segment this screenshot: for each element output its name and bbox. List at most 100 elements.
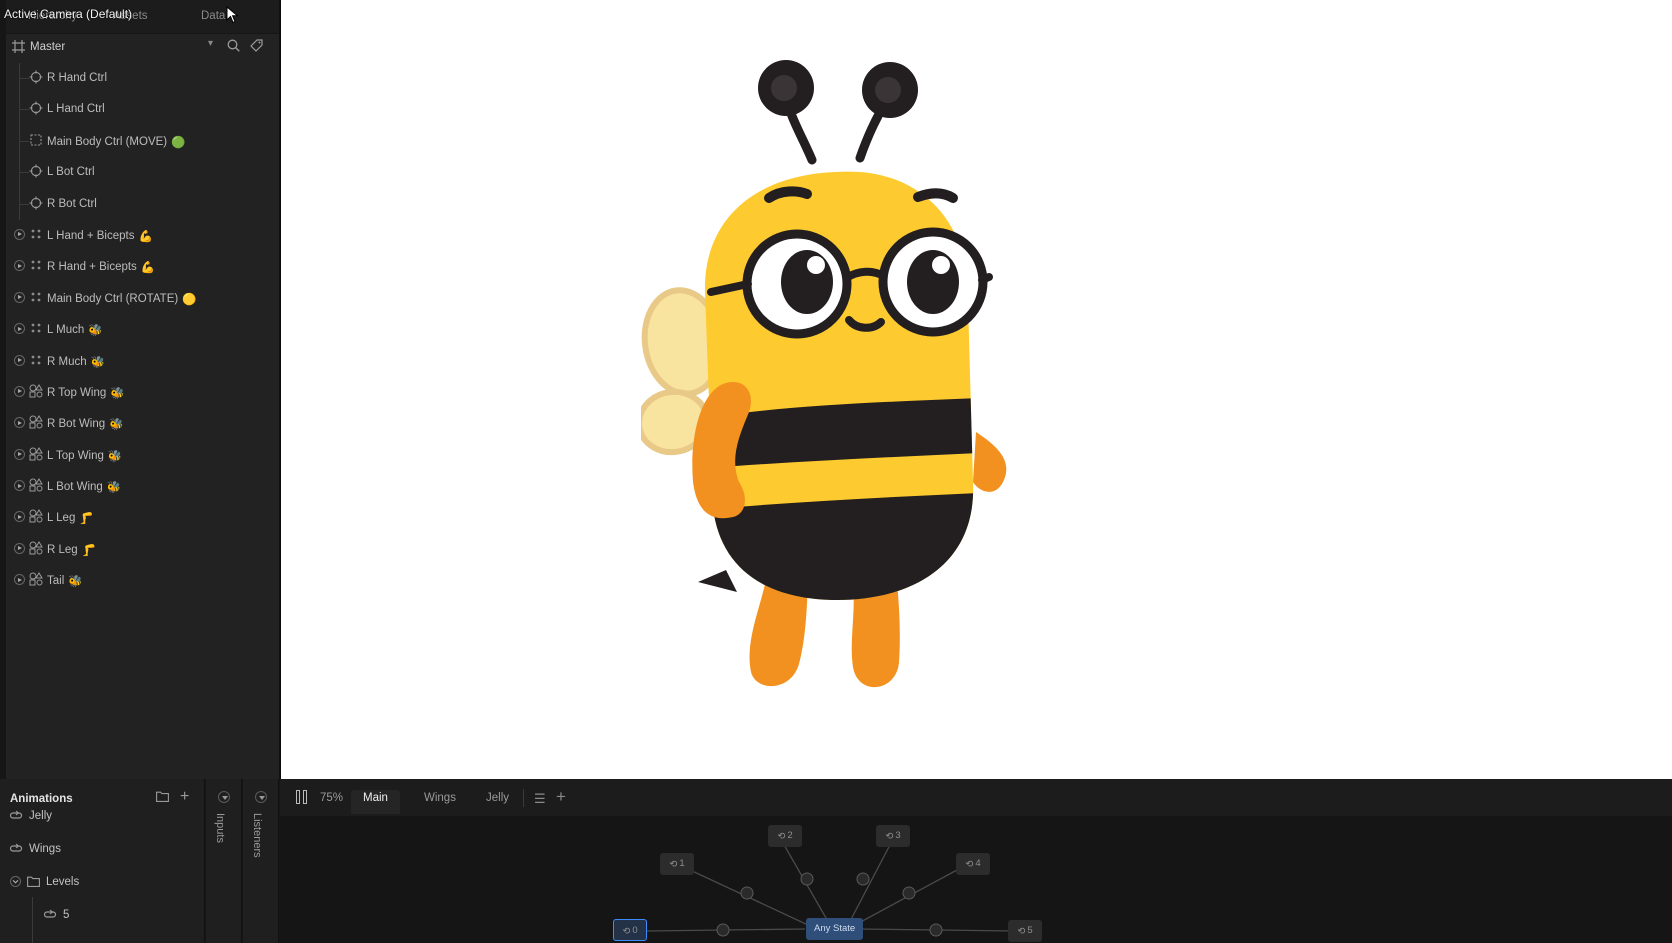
- layer-row[interactable]: Tail 🐝: [6, 565, 280, 596]
- state-node[interactable]: ⟲ 2: [768, 825, 802, 847]
- layer-row[interactable]: L Bot Wing 🐝: [6, 471, 280, 502]
- animation-folder-label: Levels: [46, 876, 80, 888]
- layer-row[interactable]: R Hand + Bicepts 💪: [6, 251, 280, 282]
- emoji-tag-icon: 🟢: [171, 136, 186, 149]
- layer-row[interactable]: L Hand Ctrl: [6, 94, 280, 126]
- chevron-down-icon[interactable]: [218, 791, 230, 803]
- chevron-down-icon[interactable]: [255, 791, 267, 803]
- animations-panel: Animations + Jelly Wings Levels 5: [0, 779, 205, 943]
- add-state-machine-button[interactable]: +: [556, 787, 566, 807]
- layer-row[interactable]: L Hand + Bicepts 💪: [6, 220, 280, 251]
- layer-label: L Hand + Bicepts 💪: [47, 229, 153, 243]
- tag-icon[interactable]: [250, 39, 263, 55]
- inputs-panel: Inputs: [206, 779, 242, 943]
- layer-row[interactable]: R Hand Ctrl: [6, 63, 280, 95]
- expand-toggle-icon[interactable]: [14, 354, 25, 366]
- expand-toggle-icon[interactable]: [14, 448, 25, 460]
- emoji-tag-icon: 🦵: [81, 544, 97, 557]
- tree-guide: [19, 78, 29, 79]
- expand-toggle-icon[interactable]: [14, 385, 25, 397]
- animation-item[interactable]: Jelly: [9, 810, 52, 824]
- pause-icon[interactable]: [296, 790, 308, 804]
- emoji-tag-icon: 🟡: [182, 293, 197, 306]
- layer-label: R Top Wing 🐝: [47, 386, 125, 400]
- expand-toggle-icon[interactable]: [14, 511, 25, 523]
- layer-row[interactable]: L Leg 🦵: [6, 502, 280, 533]
- artboard-selector[interactable]: Master ▾: [6, 36, 280, 58]
- add-animation-button[interactable]: +: [180, 788, 189, 806]
- shapes-icon: [29, 383, 43, 398]
- layer-row[interactable]: R Bot Wing 🐝: [6, 408, 280, 439]
- state-node-selected[interactable]: ⟲ 0: [613, 919, 647, 941]
- layer-row[interactable]: R Leg 🦵: [6, 534, 280, 565]
- animation-item-label: Wings: [29, 843, 61, 855]
- layer-row[interactable]: R Bot Ctrl: [6, 188, 280, 220]
- layer-row[interactable]: R Top Wing 🐝: [6, 377, 280, 408]
- toolbar-divider: [523, 789, 524, 807]
- group-icon: [29, 227, 43, 241]
- zoom-level[interactable]: 75%: [320, 792, 343, 804]
- layer-label: R Bot Ctrl: [47, 197, 97, 210]
- layer-label: R Leg 🦵: [47, 543, 97, 557]
- emoji-tag-icon: 💪: [140, 262, 156, 275]
- emoji-tag-icon: 🐝: [68, 576, 83, 589]
- tab-wings[interactable]: Wings: [412, 790, 468, 814]
- state-node[interactable]: ⟲ 1: [660, 853, 694, 875]
- expand-toggle-icon[interactable]: [14, 291, 25, 303]
- animation-item[interactable]: Wings: [9, 843, 61, 857]
- inputs-label[interactable]: Inputs: [214, 813, 226, 843]
- expand-toggle-icon[interactable]: [14, 542, 25, 554]
- expand-toggle-icon[interactable]: [10, 876, 21, 890]
- folder-icon: [27, 876, 40, 890]
- emoji-tag-icon: 🐝: [106, 482, 122, 495]
- expand-toggle-icon[interactable]: [14, 228, 25, 240]
- active-camera-label: Active Camera (Default): [4, 7, 133, 21]
- emoji-tag-icon: 💪: [138, 230, 153, 243]
- expand-toggle-icon[interactable]: [14, 323, 25, 335]
- target-icon: [29, 164, 43, 178]
- loop-icon: ⟲: [885, 831, 894, 842]
- layer-label: Main Body Ctrl (ROTATE) 🟡: [47, 292, 197, 306]
- bee-illustration[interactable]: [641, 52, 1081, 692]
- hierarchy-panel: Hierarchy Assets Data Master ▾ R Hand Ct…: [6, 0, 280, 779]
- layer-label: L Bot Wing 🐝: [47, 481, 122, 495]
- layer-row[interactable]: R Much 🐝: [6, 346, 280, 377]
- state-node[interactable]: ⟲ 4: [956, 853, 990, 875]
- layer-row[interactable]: L Bot Ctrl: [6, 157, 280, 189]
- expand-toggle-icon[interactable]: [14, 480, 25, 492]
- state-machine-graph[interactable]: ⟲ 1 ⟲ 2 ⟲ 3 ⟲ 4 ⟲ 0 Any State ⟲ 5: [280, 817, 1672, 943]
- artboard-canvas[interactable]: [280, 0, 1672, 779]
- state-node[interactable]: ⟲ 3: [876, 825, 910, 847]
- tab-jelly[interactable]: Jelly: [474, 790, 521, 814]
- emoji-tag-icon: 🦵: [79, 513, 94, 526]
- shapes-icon: [29, 540, 43, 555]
- listeners-label[interactable]: Listeners: [251, 813, 263, 858]
- tree-guide: [19, 140, 29, 142]
- shapes-icon: [29, 415, 43, 429]
- shapes-icon: [29, 478, 43, 492]
- animation-item[interactable]: 5: [43, 909, 69, 923]
- emoji-tag-icon: 🐝: [90, 356, 105, 369]
- list-icon[interactable]: ☰: [534, 791, 546, 807]
- animation-folder[interactable]: Levels: [10, 876, 79, 890]
- expand-toggle-icon[interactable]: [14, 260, 25, 272]
- transition-lines: [645, 842, 1016, 937]
- any-state-node[interactable]: Any State: [806, 918, 864, 940]
- state-node[interactable]: ⟲ 5: [1008, 920, 1042, 942]
- chevron-down-icon[interactable]: ▾: [208, 38, 213, 49]
- layer-label: L Much 🐝: [47, 324, 103, 338]
- layer-row[interactable]: L Much 🐝: [6, 314, 280, 345]
- tab-main[interactable]: Main: [351, 790, 400, 814]
- layer-row[interactable]: Main Body Ctrl (MOVE) 🟢: [6, 125, 280, 158]
- expand-toggle-icon[interactable]: [14, 417, 25, 429]
- target-icon: [29, 101, 43, 115]
- expand-toggle-icon[interactable]: [14, 574, 25, 586]
- shapes-icon: [29, 509, 43, 523]
- layer-row[interactable]: Main Body Ctrl (ROTATE) 🟡: [6, 283, 280, 314]
- group-icon: [29, 353, 43, 367]
- folder-icon[interactable]: [156, 791, 169, 805]
- search-icon[interactable]: [227, 39, 240, 55]
- tab-data[interactable]: Data: [201, 10, 225, 22]
- layer-row[interactable]: L Top Wing 🐝: [6, 440, 280, 471]
- group-icon: [29, 321, 43, 335]
